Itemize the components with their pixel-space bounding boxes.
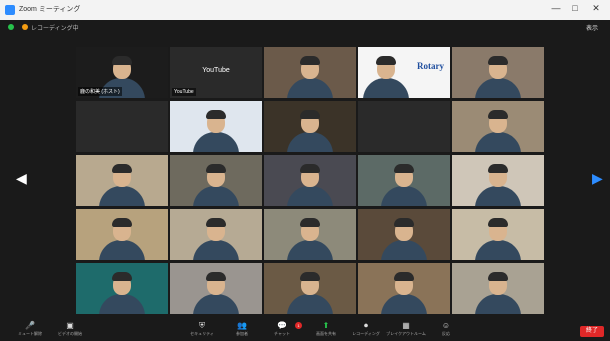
participant-tile[interactable] <box>170 263 262 314</box>
recording-label: レコーディング中 <box>31 26 79 32</box>
participant-hair <box>488 164 508 173</box>
participant-hair <box>394 272 414 281</box>
participant-hair <box>206 164 226 173</box>
participant-hair <box>375 56 396 65</box>
participant-hair <box>488 218 508 227</box>
participant-tile[interactable] <box>264 47 356 98</box>
view-button[interactable]: 表示 <box>586 23 598 32</box>
participant-tile[interactable] <box>358 155 450 206</box>
participant-hair <box>300 218 320 227</box>
participant-tile[interactable] <box>170 155 262 206</box>
video-icon: ▣ <box>66 321 74 330</box>
participant-hair <box>300 272 320 281</box>
breakout-label: ブレイクアウトルーム <box>386 331 426 336</box>
rotary-logo: Rotary <box>417 61 444 71</box>
video-label: ビデオの開始 <box>58 331 82 336</box>
participant-hair <box>206 218 226 227</box>
participant-hair <box>300 56 320 65</box>
security-shield-icon[interactable] <box>8 24 14 30</box>
participant-hair <box>300 164 320 173</box>
participant-tile[interactable] <box>452 47 544 98</box>
participant-tile[interactable]: Rotary <box>358 47 450 98</box>
participant-tile[interactable] <box>76 263 168 314</box>
participant-tile[interactable] <box>264 209 356 260</box>
security-icon: ⛨ <box>199 321 205 330</box>
share-label: 画面を共有 <box>316 331 336 336</box>
participant-hair <box>206 110 226 119</box>
participant-hair <box>394 164 414 173</box>
record-button[interactable]: ⏺ レコーディング <box>346 322 386 337</box>
reactions-icon: ☺ <box>441 321 451 330</box>
participant-name-tag: YouTube <box>172 88 196 96</box>
participant-tile[interactable] <box>76 155 168 206</box>
participant-hair <box>206 272 226 281</box>
participant-tile[interactable] <box>358 263 450 314</box>
security-button[interactable]: ⛨ セキュリティ <box>182 322 222 337</box>
prev-page-icon[interactable]: ◀ <box>16 170 27 186</box>
chat-badge: 1 <box>295 322 302 329</box>
video-background <box>76 101 168 152</box>
minimize-button[interactable]: — <box>548 3 564 13</box>
participant-hair <box>112 56 132 65</box>
mic-label: ミュート解除 <box>18 331 42 336</box>
participant-hair <box>112 272 132 281</box>
participant-tile[interactable]: 鹿の和美 (ホスト) <box>76 47 168 98</box>
participant-tile[interactable] <box>264 263 356 314</box>
video-button[interactable]: ▣ ビデオの開始 <box>50 322 90 337</box>
reactions-button[interactable]: ☺ 反応 <box>426 322 466 337</box>
window-title: Zoom ミーティング <box>19 6 81 13</box>
participant-tile[interactable] <box>452 209 544 260</box>
recording-indicator-icon <box>22 24 28 30</box>
next-page-icon[interactable]: ▶ <box>592 170 603 186</box>
participant-tile[interactable] <box>264 155 356 206</box>
breakout-icon: ▦ <box>402 321 410 330</box>
participant-hair <box>300 110 320 119</box>
close-button[interactable]: ✕ <box>588 3 604 14</box>
participant-hair <box>394 218 414 227</box>
participant-tile[interactable] <box>264 101 356 152</box>
title-bar: Zoom ミーティング — □ ✕ <box>0 0 610 21</box>
participant-tile[interactable] <box>358 209 450 260</box>
participant-tile[interactable] <box>76 209 168 260</box>
participants-button[interactable]: 👥 参加者 <box>222 322 262 337</box>
mic-button[interactable]: 🎤 ミュート解除 <box>10 322 50 337</box>
participants-label: 参加者 <box>236 331 248 336</box>
security-label: セキュリティ <box>190 331 214 336</box>
record-label: レコーディング <box>352 331 380 336</box>
video-background <box>358 101 450 152</box>
participant-hair <box>488 110 508 119</box>
participant-tile[interactable]: YouTube YouTube <box>170 47 262 98</box>
participant-tile[interactable] <box>452 155 544 206</box>
mic-icon: 🎤 <box>25 321 35 330</box>
chat-icon: 💬 <box>277 321 287 330</box>
share-icon: ⬆ <box>322 321 330 330</box>
meeting-header <box>0 20 610 34</box>
participant-tile[interactable] <box>452 263 544 314</box>
zoom-logo-icon <box>5 5 15 15</box>
participant-tile[interactable] <box>358 101 450 152</box>
participant-hair <box>112 218 132 227</box>
share-button[interactable]: ⬆ 画面を共有 <box>306 322 346 337</box>
breakout-button[interactable]: ▦ ブレイクアウトルーム <box>386 322 426 337</box>
participant-hair <box>488 56 508 65</box>
reactions-label: 反応 <box>442 331 450 336</box>
participant-tile[interactable] <box>170 209 262 260</box>
participant-hair <box>488 272 508 281</box>
participant-display-name: YouTube <box>202 67 230 74</box>
end-meeting-button[interactable]: 終了 <box>580 326 604 337</box>
participant-tile[interactable] <box>76 101 168 152</box>
participant-tile[interactable] <box>452 101 544 152</box>
participant-hair <box>112 164 132 173</box>
meeting-toolbar <box>0 321 610 341</box>
record-icon: ⏺ <box>364 321 368 330</box>
participants-icon: 👥 <box>237 321 247 330</box>
participant-name-tag: 鹿の和美 (ホスト) <box>78 87 122 96</box>
maximize-button[interactable]: □ <box>567 3 583 13</box>
chat-label: チャット <box>274 331 290 336</box>
participant-tile[interactable] <box>170 101 262 152</box>
